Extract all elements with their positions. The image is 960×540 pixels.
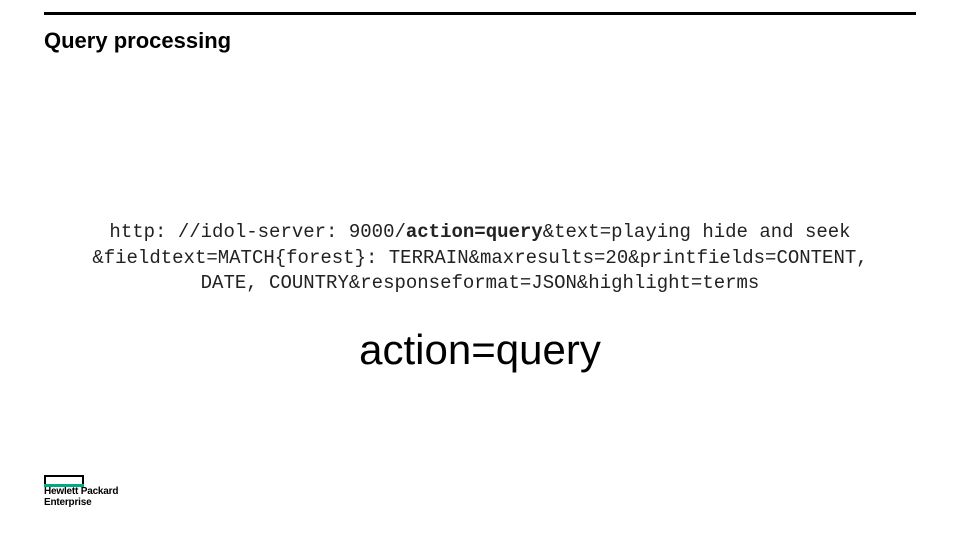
action-heading: action=query (0, 326, 960, 374)
page-title: Query processing (44, 28, 231, 54)
url-line-2: &fieldtext=MATCH{forest}: TERRAIN&maxres… (44, 246, 916, 272)
url-prefix: http: //idol-server: 9000/ (109, 221, 405, 243)
hpe-logo: Hewlett Packard Enterprise (44, 475, 118, 508)
query-url-block: http: //idol-server: 9000/action=query&t… (44, 220, 916, 297)
hpe-logo-text: Hewlett Packard Enterprise (44, 487, 118, 508)
top-divider (44, 12, 916, 15)
url-rest-line1: &text=playing hide and seek (543, 221, 851, 243)
hpe-logo-text-line2: Enterprise (44, 498, 118, 509)
hpe-logo-text-line1: Hewlett Packard (44, 487, 118, 498)
url-line-1: http: //idol-server: 9000/action=query&t… (44, 220, 916, 246)
hpe-logo-mark (44, 475, 84, 487)
url-action-bold: action=query (406, 221, 543, 243)
url-line-3: DATE, COUNTRY&responseformat=JSON&highli… (44, 271, 916, 297)
